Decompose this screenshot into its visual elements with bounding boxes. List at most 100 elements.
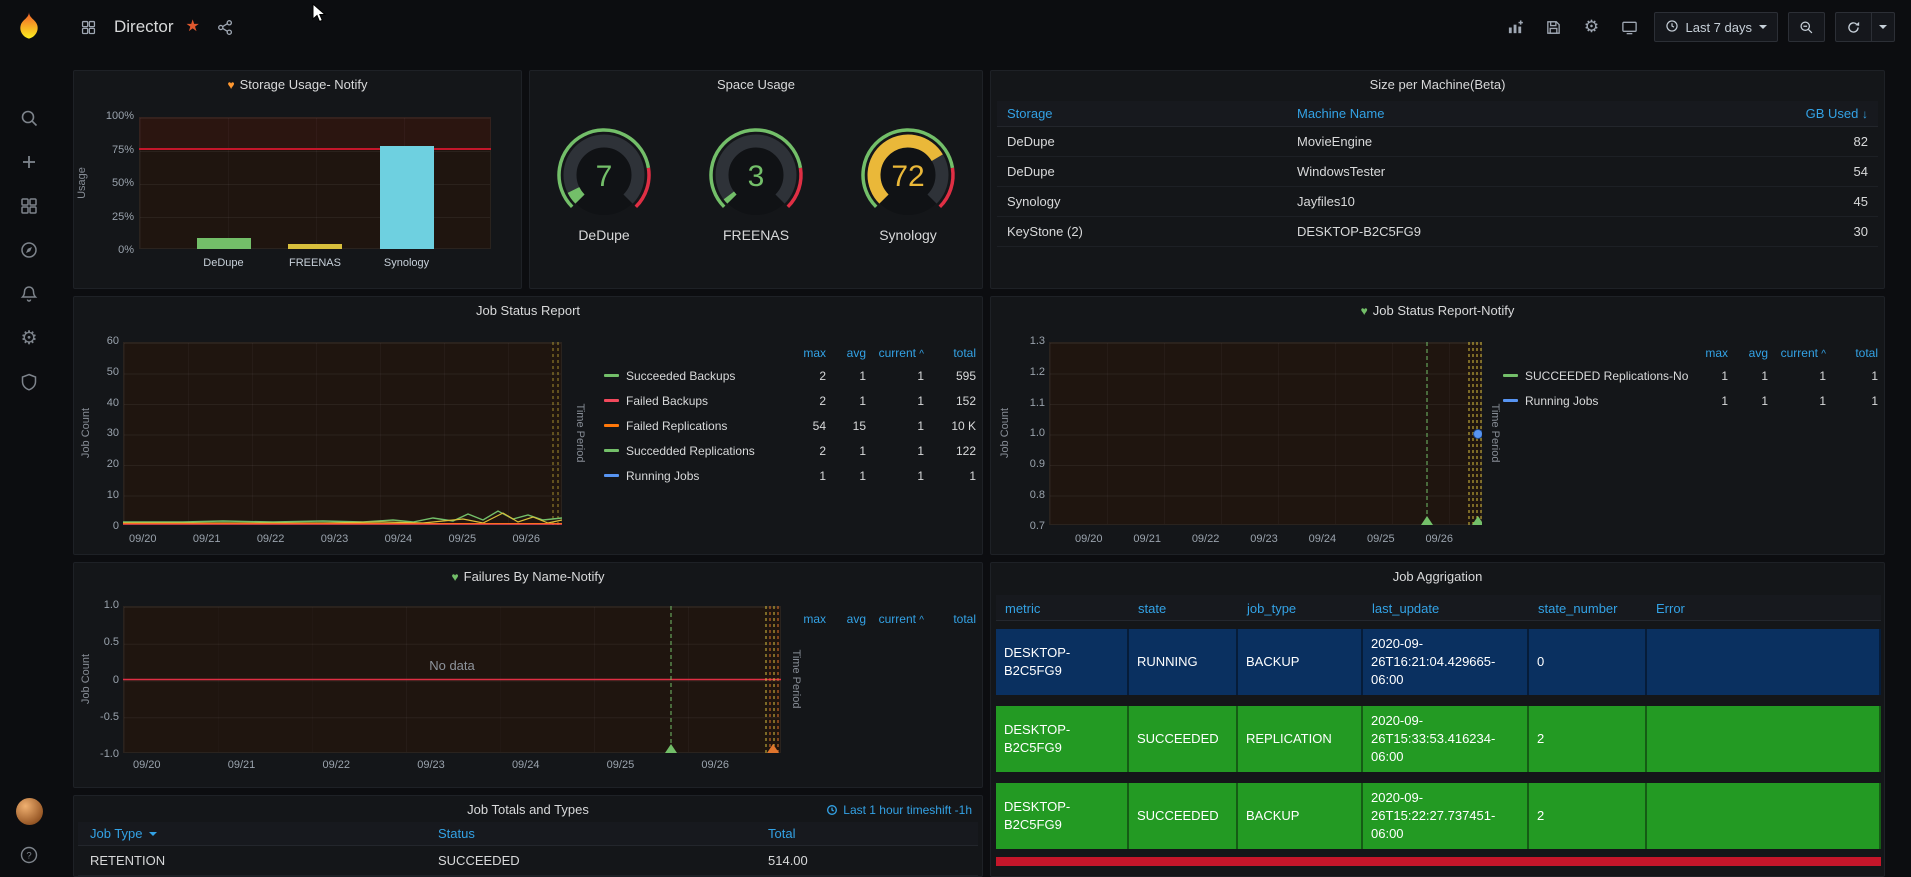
legend-series-toggle[interactable]: Failed Replications [604, 419, 786, 433]
legend-series-toggle[interactable]: Succeeded Backups [604, 369, 786, 383]
legend-series-toggle[interactable]: Running Jobs [1503, 394, 1688, 408]
column-header-storage[interactable]: Storage [997, 106, 1297, 121]
explore-compass-icon[interactable] [0, 228, 58, 272]
legend-column-current[interactable]: current ^ [1768, 346, 1826, 360]
table-cell: DESKTOP-B2C5FG9 [996, 783, 1129, 849]
axis-tick: 0.8 [1029, 489, 1045, 502]
legend-column-max[interactable]: max [786, 612, 826, 626]
time-range-label: Last 7 days [1685, 19, 1753, 35]
share-icon[interactable] [212, 13, 240, 41]
axis-tick: 50% [111, 177, 134, 189]
legend-column-max[interactable]: max [786, 346, 826, 360]
legend-column-total[interactable]: total [924, 346, 976, 360]
panel-title[interactable]: ♥ Storage Usage- Notify [74, 77, 521, 92]
table-cell: RUNNING [1129, 629, 1238, 695]
panel-title[interactable]: Job Aggrigation [991, 569, 1884, 584]
table-cell: DESKTOP-B2C5FG9 [996, 706, 1129, 772]
legend-series-toggle[interactable]: Running Jobs [604, 469, 786, 483]
dashboards-icon[interactable] [0, 184, 58, 228]
axis-tick: 09/23 [1250, 533, 1278, 545]
cycle-view-tv-button[interactable] [1616, 13, 1644, 41]
legend-column-max[interactable]: max [1688, 346, 1728, 360]
zoom-out-button[interactable] [1788, 12, 1825, 42]
table-row: DESKTOP-B2C5FG9 SUCCEEDED REPLICATION 2020-… [996, 706, 1881, 772]
legend-series-toggle[interactable]: Failed Backups [604, 394, 786, 408]
legend-column-avg[interactable]: avg [1728, 346, 1768, 360]
panel-title[interactable]: Space Usage [530, 77, 982, 92]
series-color-dash [604, 474, 619, 477]
axis-tick: 60 [106, 335, 119, 347]
column-header-state_number[interactable]: state_number [1538, 601, 1618, 616]
column-header-total[interactable]: Total [768, 826, 978, 841]
table-cell: 2020-09-26T15:33:53.416234-06:00 [1363, 706, 1529, 772]
panel-title[interactable]: ♥ Failures By Name-Notify [74, 569, 982, 584]
legend-row: Failed Replications 54 15 1 10 K [604, 413, 976, 438]
axis-tick: 1.3 [1029, 335, 1045, 347]
axis-tick: 09/22 [1191, 533, 1220, 545]
x-axis-tick: FREENAS [289, 257, 341, 269]
grafana-logo[interactable] [11, 8, 47, 44]
table-cell: SUCCEEDED [1129, 783, 1238, 849]
axis-tick: 09/20 [133, 759, 161, 771]
column-header-machine-name[interactable]: Machine Name [1297, 106, 1728, 121]
dashboard-settings-button[interactable]: ⚙ [1578, 13, 1606, 41]
chevron-down-icon [1879, 25, 1887, 29]
panel-title[interactable]: Job Status Report [74, 303, 982, 318]
user-avatar[interactable] [0, 789, 58, 833]
add-panel-button[interactable] [1502, 13, 1530, 41]
clock-icon [1665, 19, 1679, 36]
legend-column-avg[interactable]: avg [826, 612, 866, 626]
help-icon[interactable]: ? [0, 833, 58, 877]
column-header-last_update[interactable]: last_update [1372, 601, 1439, 616]
axis-tick: 09/26 [701, 759, 729, 771]
time-series-canvas[interactable] [1049, 342, 1482, 525]
gauge-FREENAS: 3 FREENAS [696, 121, 816, 243]
save-dashboard-button[interactable] [1540, 13, 1568, 41]
table-cell: DESKTOP-B2C5FG9 [996, 629, 1129, 695]
table-cell [1647, 783, 1881, 849]
axis-tick: 09/24 [384, 533, 413, 545]
refresh-button[interactable] [1835, 12, 1871, 42]
table-row: DeDupe WindowsTester 54 [997, 157, 1878, 187]
panel-title[interactable]: ♥ Job Status Report-Notify [991, 303, 1884, 318]
column-header-state[interactable]: state [1138, 601, 1166, 616]
legend-series-toggle[interactable]: SUCCEEDED Replications-Notify [1503, 369, 1688, 383]
legend-column-avg[interactable]: avg [826, 346, 866, 360]
threshold-line [139, 148, 491, 150]
y-axis-label: Job Count [999, 407, 1011, 459]
legend-column-total[interactable]: total [924, 612, 976, 626]
axis-tick: 0.5 [103, 636, 119, 649]
server-admin-shield-icon[interactable] [0, 360, 58, 404]
search-icon[interactable] [0, 96, 58, 140]
axis-tick: -1.0 [100, 748, 119, 760]
column-header-Error[interactable]: Error [1656, 601, 1685, 616]
axis-tick: 09/23 [320, 533, 349, 545]
legend-column-current[interactable]: current ^ [866, 346, 924, 360]
axis-tick: 50 [106, 365, 119, 378]
time-series-canvas[interactable] [123, 606, 781, 753]
sidebar: ⚙ ? [0, 0, 58, 877]
panel-failures-by-name-notify: ♥ Failures By Name-Notify Job Count 1.0 0.… [73, 562, 983, 788]
time-series-canvas[interactable] [123, 342, 562, 525]
configuration-gear-icon[interactable]: ⚙ [0, 316, 58, 360]
favorite-star-icon[interactable]: ★ [186, 19, 200, 35]
legend-series-toggle[interactable]: Succedded Replications [604, 444, 786, 458]
time-range-picker[interactable]: Last 7 days [1653, 12, 1778, 42]
axis-tick: 09/21 [1133, 533, 1161, 545]
column-header-status[interactable]: Status [438, 826, 768, 841]
column-header-metric[interactable]: metric [1005, 601, 1040, 616]
legend-column-current[interactable]: current ^ [866, 612, 924, 626]
create-plus-icon[interactable] [0, 140, 58, 184]
panel-space-usage: Space Usage 7 DeDupe 3 FREENAS 72 Synolo… [529, 70, 983, 289]
panel-title[interactable]: Size per Machine(Beta) [991, 77, 1884, 92]
column-header-gb-used[interactable]: GB Used ↓ [1728, 106, 1878, 121]
legend-column-total[interactable]: total [1826, 346, 1878, 360]
column-header-job_type[interactable]: job_type [1247, 601, 1296, 616]
alerting-bell-icon[interactable] [0, 272, 58, 316]
refresh-interval-dropdown[interactable] [1871, 12, 1895, 42]
column-header-job-type[interactable]: Job Type [78, 826, 438, 841]
dashboard-title[interactable]: Director [114, 17, 174, 37]
axis-tick: 75% [111, 143, 134, 156]
svg-text:7: 7 [596, 160, 613, 193]
axis-tick: -0.5 [100, 710, 119, 723]
